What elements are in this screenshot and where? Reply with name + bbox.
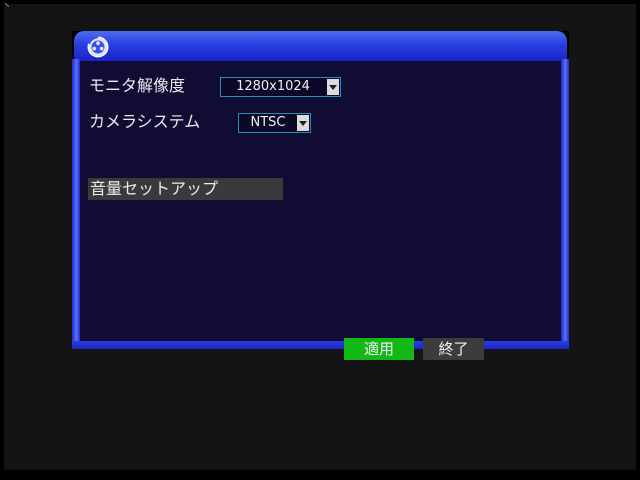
camera-system-value: NTSC (250, 115, 286, 130)
corner-mark-icon (4, 2, 10, 8)
dialog-content: モニタ解像度 1280x1024 カメラシステム NTSC 音量セットアップ 適 (80, 61, 561, 360)
camera-system-label: カメラシステム (89, 112, 201, 131)
dialog-titlebar (74, 31, 567, 61)
chevron-down-icon[interactable] (327, 79, 339, 95)
screen: モニタ解像度 1280x1024 カメラシステム NTSC 音量セットアップ 適 (0, 0, 640, 480)
dialog-frame-right (561, 59, 569, 341)
monitor-resolution-value: 1280x1024 (236, 79, 310, 94)
chevron-down-icon[interactable] (297, 115, 309, 131)
monitor-resolution-select[interactable]: 1280x1024 (220, 77, 341, 97)
dialog-frame-bottom (72, 341, 569, 349)
monitor-resolution-label: モニタ解像度 (89, 76, 186, 95)
camera-system-select[interactable]: NTSC (238, 113, 311, 133)
exit-button[interactable]: 終了 (423, 338, 484, 360)
film-reel-icon (87, 36, 109, 58)
apply-button[interactable]: 適用 (344, 338, 414, 360)
dialog-frame-left (72, 59, 80, 341)
settings-dialog: モニタ解像度 1280x1024 カメラシステム NTSC 音量セットアップ 適 (72, 31, 569, 360)
volume-setup-item[interactable]: 音量セットアップ (88, 178, 283, 200)
volume-setup-label: 音量セットアップ (90, 179, 219, 198)
